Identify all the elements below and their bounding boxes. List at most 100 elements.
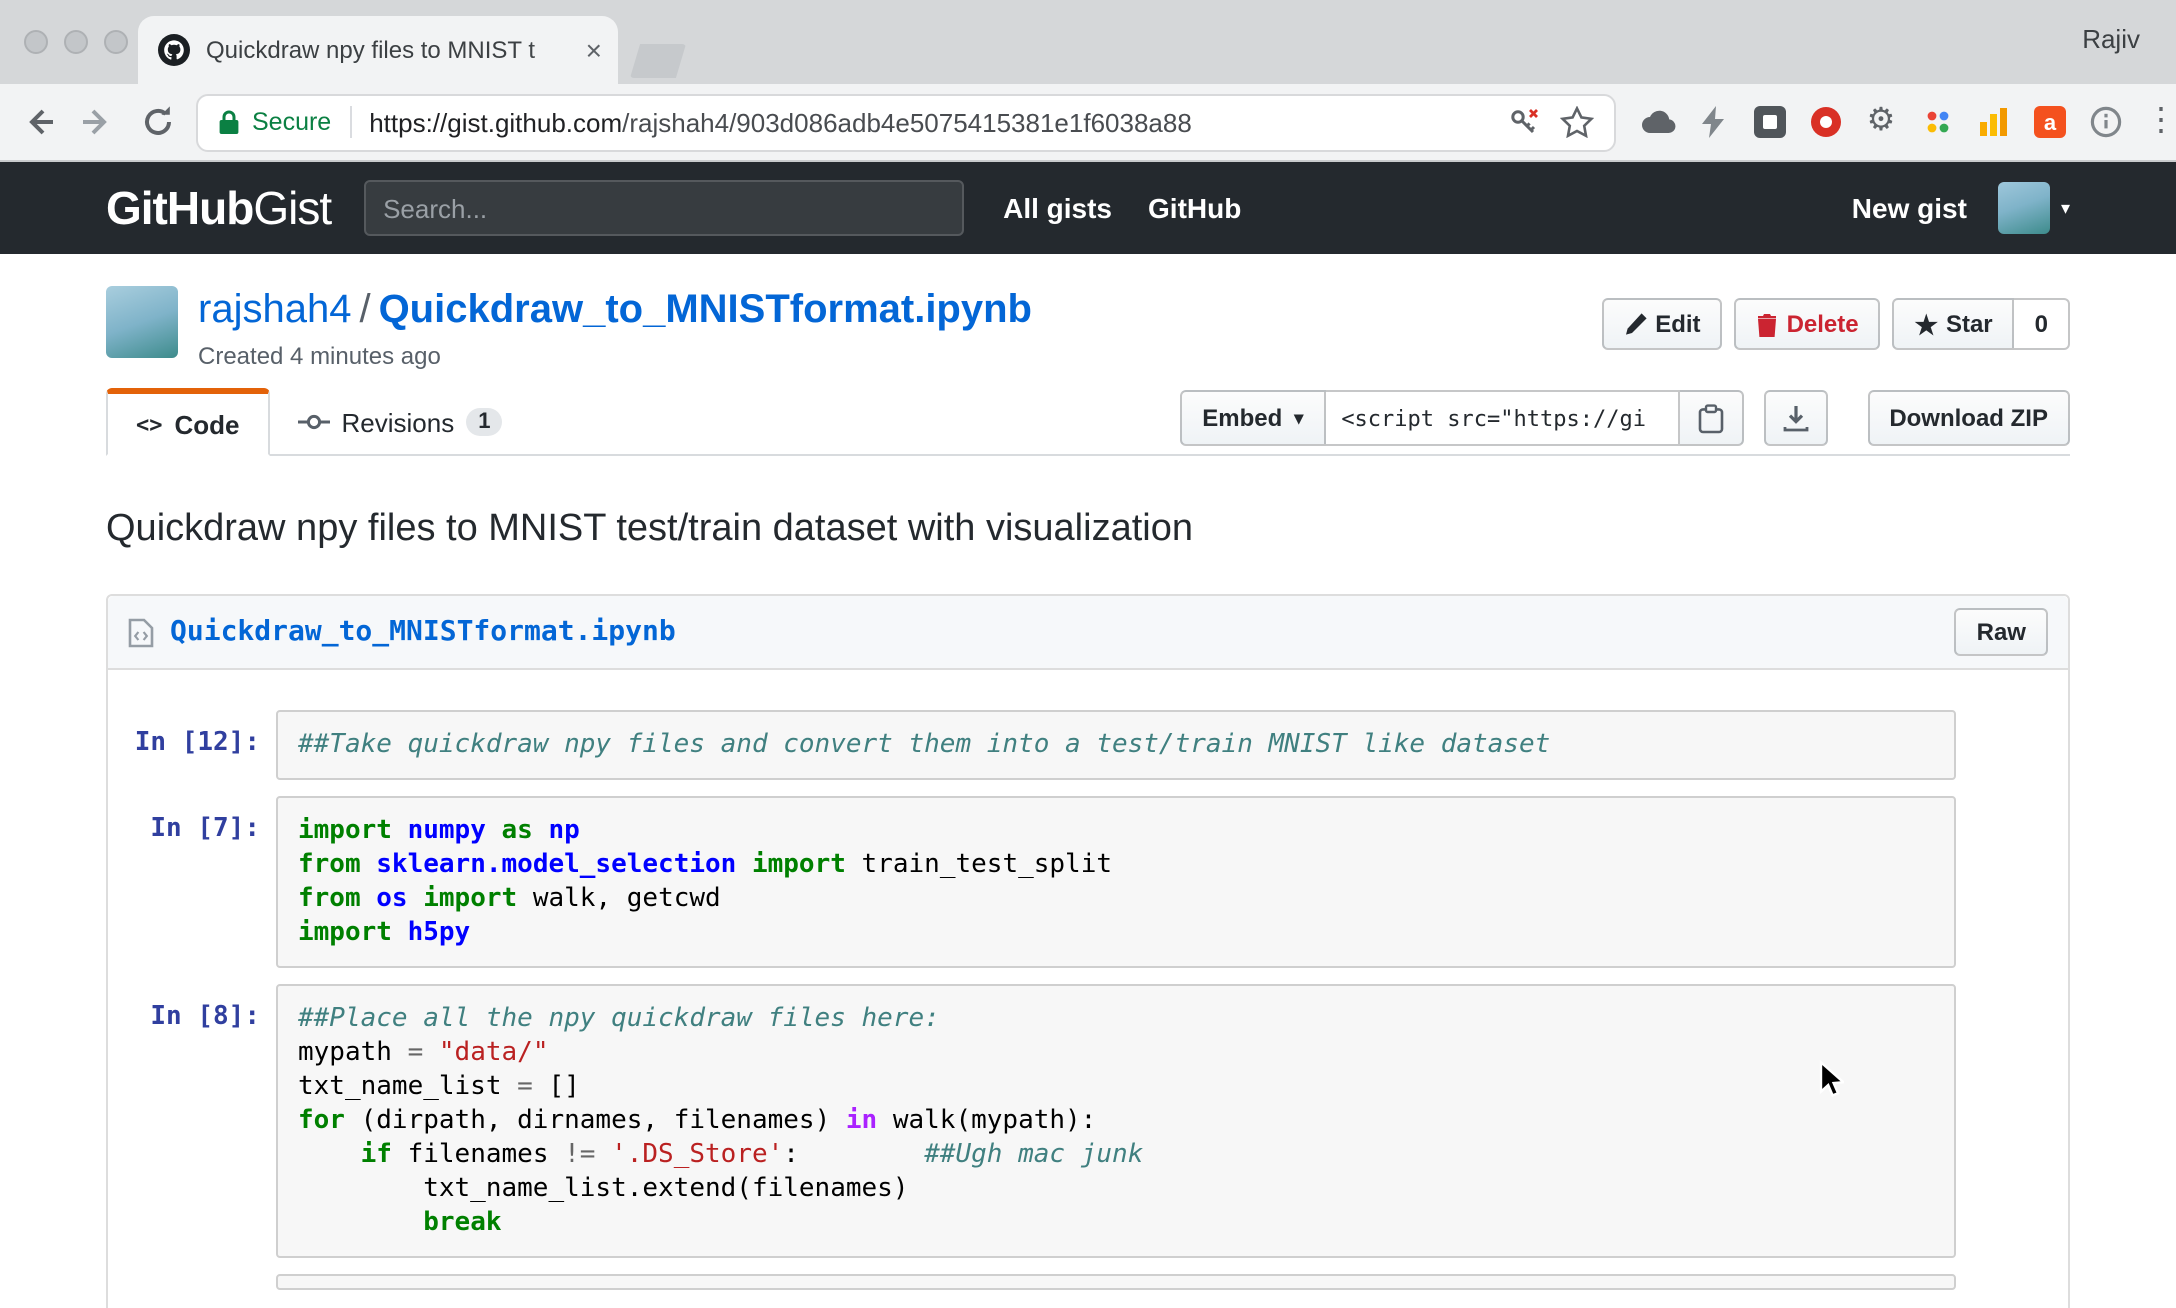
svg-text:a: a xyxy=(2043,110,2056,135)
notebook-cell: In [7]: import numpy as np from sklearn.mo… xyxy=(124,796,1956,968)
cell-input: ##Place all the npy quickdraw files here… xyxy=(276,984,1956,1258)
embed-script-input[interactable] xyxy=(1325,390,1680,446)
file-code-icon xyxy=(128,617,154,647)
header-avatar[interactable] xyxy=(1998,182,2051,234)
forward-button[interactable] xyxy=(72,96,124,148)
gear-icon[interactable]: ⚙ xyxy=(1856,96,1906,148)
browser-window: Quickdraw npy files to MNIST t × Rajiv S… xyxy=(0,0,2176,1308)
file-name-link[interactable]: Quickdraw_to_MNISTformat.ipynb xyxy=(170,616,676,648)
tab-revisions[interactable]: Revisions 1 xyxy=(270,388,531,456)
gist-description: Quickdraw npy files to MNIST test/train … xyxy=(106,508,1193,550)
url-path: /rajshah4/903d086adb4e5075415381e1f6038a… xyxy=(622,107,1192,137)
notebook-cell: In [12]: ##Take quickdraw npy files and c… xyxy=(124,710,1956,780)
title-separator: / xyxy=(359,288,371,332)
nav-all-gists[interactable]: All gists xyxy=(1003,192,1112,224)
tab-code[interactable]: <> Code xyxy=(106,388,270,456)
raw-button[interactable]: Raw xyxy=(1954,608,2048,656)
cell-prompt xyxy=(124,1274,260,1292)
edit-button[interactable]: Edit xyxy=(1601,298,1723,350)
logo-github-text: GitHub xyxy=(106,181,254,233)
notebook-cell xyxy=(124,1274,1956,1292)
kebab-menu-icon[interactable]: ⋮ xyxy=(2136,96,2176,148)
browser-tab-strip: Quickdraw npy files to MNIST t × Rajiv xyxy=(0,0,2176,84)
delete-button[interactable]: Delete xyxy=(1734,298,1881,350)
notebook-render: In [12]: ##Take quickdraw npy files and c… xyxy=(108,670,2068,1308)
dark-app-icon[interactable] xyxy=(1744,96,1794,148)
tab-code-label: Code xyxy=(174,409,240,439)
cell-input: import numpy as np from sklearn.model_sel… xyxy=(276,796,1956,968)
revisions-count-badge: 1 xyxy=(466,408,503,436)
gist-tabs-row: <> Code Revisions 1 Embed ▾ Download ZIP xyxy=(106,386,2070,456)
download-raw-button[interactable] xyxy=(1763,390,1828,446)
clipboard-icon xyxy=(1698,403,1723,433)
gist-owner-avatar[interactable] xyxy=(106,286,178,358)
gist-file-link[interactable]: Quickdraw_to_MNISTformat.ipynb xyxy=(379,288,1032,332)
cell-prompt: In [12]: xyxy=(134,728,260,758)
browser-tab[interactable]: Quickdraw npy files to MNIST t × xyxy=(138,16,618,84)
gist-created-text: Created 4 minutes ago xyxy=(198,342,441,370)
mouse-cursor xyxy=(1818,1059,1847,1110)
download-zip-button[interactable]: Download ZIP xyxy=(1867,390,2070,446)
code-brackets-icon: <> xyxy=(136,411,163,437)
star-count[interactable]: 0 xyxy=(2014,298,2070,350)
cell-input: ##Take quickdraw npy files and convert t… xyxy=(276,710,1956,780)
star-icon: ★ xyxy=(1914,309,1938,339)
secure-lock-icon xyxy=(218,108,240,136)
nav-github[interactable]: GitHub xyxy=(1148,192,1241,224)
window-controls xyxy=(24,30,128,54)
new-tab-button[interactable] xyxy=(630,44,686,78)
red-circle-icon[interactable] xyxy=(1800,96,1850,148)
copy-embed-button[interactable] xyxy=(1679,390,1744,446)
cell-prompt: In [8]: xyxy=(150,1002,260,1032)
new-gist-link[interactable]: New gist xyxy=(1852,192,1967,224)
google-dots-icon[interactable] xyxy=(1912,96,1962,148)
gist-search-input[interactable] xyxy=(363,180,964,236)
cloud-icon[interactable] xyxy=(1632,96,1682,148)
window-minimize-button[interactable] xyxy=(64,30,88,54)
address-bar[interactable]: Secure https://gist.github.com/rajshah4/… xyxy=(196,93,1616,151)
annotate-a-icon[interactable]: a xyxy=(2024,96,2074,148)
url-text: https://gist.github.com/rajshah4/903d086… xyxy=(369,107,1492,137)
download-icon xyxy=(1782,406,1808,432)
reload-button[interactable] xyxy=(132,96,184,148)
commit-icon xyxy=(297,414,330,430)
gist-file-box: Quickdraw_to_MNISTformat.ipynb Raw In [1… xyxy=(106,594,2070,1308)
trash-icon xyxy=(1758,313,1777,336)
pencil-icon xyxy=(1625,313,1646,335)
chart-icon[interactable] xyxy=(1968,96,2018,148)
gist-title-block: rajshah4/Quickdraw_to_MNISTformat.ipynb … xyxy=(106,254,2070,370)
extension-icons: ⚙ a ⋮ xyxy=(1632,96,2176,148)
github-favicon-icon xyxy=(158,34,190,66)
omnibox-divider xyxy=(349,106,352,138)
download-zip-label: Download ZIP xyxy=(1889,404,2048,432)
embed-dropdown-button[interactable]: Embed ▾ xyxy=(1180,390,1326,446)
raw-label: Raw xyxy=(1976,618,2026,646)
notebook-cell: In [8]: ##Place all the npy quickdraw fil… xyxy=(124,984,1956,1258)
header-nav: All gists GitHub xyxy=(1003,192,1241,224)
bookmark-star-icon[interactable] xyxy=(1560,106,1594,138)
githubgist-logo[interactable]: GitHubGist xyxy=(106,181,332,235)
tab-close-icon[interactable]: × xyxy=(586,36,602,64)
window-close-button[interactable] xyxy=(24,30,48,54)
delete-label: Delete xyxy=(1786,310,1859,338)
file-header: Quickdraw_to_MNISTformat.ipynb Raw xyxy=(108,596,2068,670)
star-label: Star xyxy=(1945,310,1993,338)
tab-revisions-label: Revisions xyxy=(341,407,455,437)
browser-profile-name[interactable]: Rajiv xyxy=(2082,24,2140,54)
cell-input xyxy=(276,1274,1956,1290)
gist-owner-link[interactable]: rajshah4 xyxy=(198,288,351,332)
password-key-icon[interactable] xyxy=(1508,106,1542,138)
info-icon[interactable] xyxy=(2080,96,2130,148)
avatar-caret-down-icon[interactable]: ▾ xyxy=(2061,197,2070,219)
browser-toolbar: Secure https://gist.github.com/rajshah4/… xyxy=(0,84,2176,162)
star-button[interactable]: ★ Star xyxy=(1892,298,2015,350)
embed-caret-down-icon: ▾ xyxy=(1294,407,1304,427)
window-zoom-button[interactable] xyxy=(104,30,128,54)
logo-gist-text: Gist xyxy=(253,181,332,233)
lightning-icon[interactable] xyxy=(1688,96,1738,148)
embed-label: Embed xyxy=(1202,404,1283,432)
url-host: https://gist.github.com xyxy=(369,107,623,137)
back-button[interactable] xyxy=(12,96,64,148)
cell-prompt: In [7]: xyxy=(150,814,260,844)
secure-label: Secure xyxy=(252,108,332,136)
